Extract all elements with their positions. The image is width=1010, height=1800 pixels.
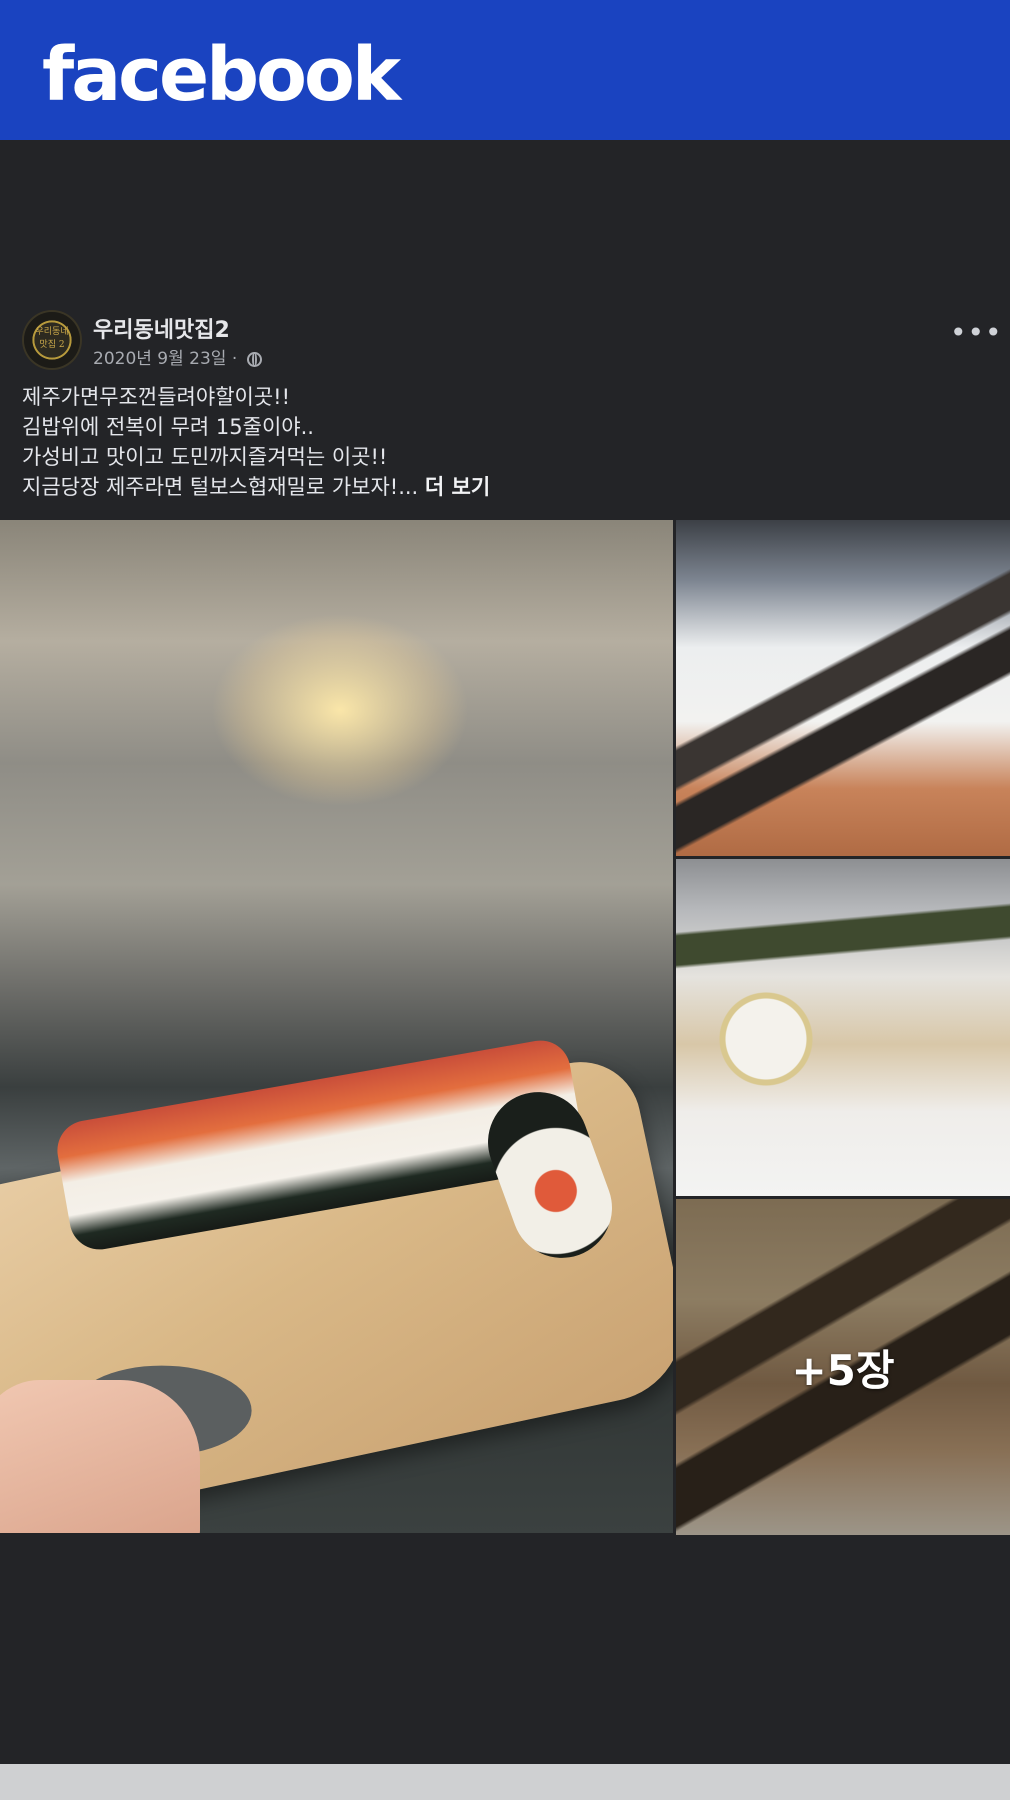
post-text-line: 지금당장 제주라면 털보스협재밀로 가보자!... 더 보기 bbox=[22, 475, 491, 499]
post-text: 제주가면무조껀들려야할이곳!! 김밥위에 전복이 무려 15줄이야.. 가성비고… bbox=[22, 382, 982, 502]
see-more-link[interactable]: 더 보기 bbox=[425, 475, 490, 499]
photo-grid: +5장 bbox=[0, 520, 1010, 1535]
facebook-logo[interactable]: facebook bbox=[42, 30, 401, 120]
bottom-bar bbox=[0, 1764, 1010, 1800]
page-name[interactable]: 우리동네맛집2 bbox=[93, 312, 230, 344]
avatar-label: 우리동네 맛집 2 bbox=[35, 327, 69, 350]
post-text-line: 가성비고 맛이고 도민까지즐겨먹는 이곳!! bbox=[22, 445, 388, 469]
post-text-line: 제주가면무조껀들려야할이곳!! bbox=[22, 385, 290, 409]
hand-shape bbox=[0, 1380, 200, 1533]
more-horizontal-icon[interactable]: ••• bbox=[950, 319, 1002, 348]
avatar[interactable]: 우리동네 맛집 2 bbox=[24, 312, 80, 368]
post-date[interactable]: 2020년 9월 23일 · bbox=[93, 349, 243, 369]
post-meta: 2020년 9월 23일 · bbox=[93, 344, 262, 369]
top-bar: facebook bbox=[0, 0, 1010, 140]
photo-thumbnail-1[interactable] bbox=[676, 520, 1010, 856]
post-header: 우리동네 맛집 2 우리동네맛집2 2020년 9월 23일 · ••• bbox=[0, 300, 1010, 380]
photo-thumbnail-3[interactable]: +5장 bbox=[676, 1199, 1010, 1535]
photo-thumbnail-2[interactable] bbox=[676, 859, 1010, 1196]
globe-icon bbox=[246, 352, 262, 367]
more-photos-overlay[interactable]: +5장 bbox=[676, 1199, 1010, 1535]
main-photo[interactable] bbox=[0, 520, 673, 1533]
post-text-line: 김밥위에 전복이 무려 15줄이야.. bbox=[22, 415, 314, 439]
